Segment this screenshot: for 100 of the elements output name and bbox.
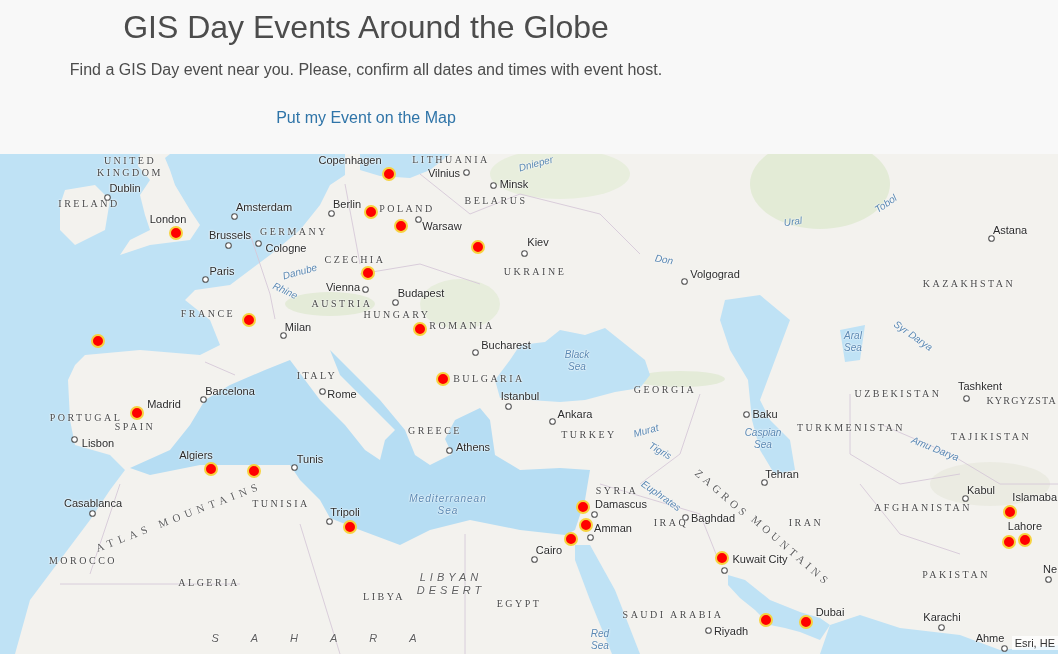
event-marker-icon[interactable] [799,615,813,629]
city-label: Amsterdam [235,200,293,214]
city-label: Kiev [527,235,549,249]
event-marker-icon[interactable] [471,240,485,254]
city-dot-icon [489,181,497,189]
country-label: MOROCCO [48,555,118,567]
city-dot-icon [471,348,479,356]
city-dot-icon [279,331,287,339]
country-label: KAZAKHSTAN [922,278,1016,290]
water-label: Rhine [270,280,300,302]
country-label: KYRGYZSTA [986,395,1057,407]
city-dot-icon [548,417,556,425]
event-marker-icon[interactable] [564,532,578,546]
country-label: TURKMENISTAN [796,422,906,434]
city-dot-icon [88,509,96,517]
event-marker-icon[interactable] [1018,533,1032,547]
country-label: ALGERIA [178,577,240,589]
water-label: Don [653,252,675,268]
city-label: Kabul [966,483,996,497]
city-dot-icon [530,555,538,563]
city-label: Tashkent [958,379,1002,393]
city-label: Tehran [765,467,799,481]
event-marker-icon[interactable] [247,464,261,478]
event-marker-icon[interactable] [413,322,427,336]
city-dot-icon [201,275,209,283]
city-label: Milan [284,320,312,334]
country-label: HUNGARY [363,309,431,321]
event-marker-icon[interactable] [579,518,593,532]
city-label: Vilnius [427,166,461,180]
event-marker-icon[interactable] [169,226,183,240]
city-label: Casablanca [63,496,123,510]
city-label: Athens [455,440,491,454]
city-label: Algiers [179,448,213,462]
city-dot-icon [462,168,470,176]
event-marker-icon[interactable] [1002,535,1016,549]
country-label: BELARUS [464,195,528,207]
city-dot-icon [224,241,232,249]
city-dot-icon [720,566,728,574]
event-marker-icon[interactable] [576,500,590,514]
city-label: Islamaba [1012,490,1057,504]
city-label: Baku [752,407,778,421]
event-marker-icon[interactable] [242,313,256,327]
country-label: POLAND [379,203,435,215]
event-link[interactable]: Put my Event on the Map [276,108,456,128]
country-label: UNITED KINGDOM [96,155,164,179]
country-label: UZBEKISTAN [854,388,942,400]
city-dot-icon [680,277,688,285]
city-dot-icon [590,510,598,518]
water-label: Ural [783,214,803,230]
water-label: Murat [632,421,660,441]
event-marker-icon[interactable] [364,205,378,219]
city-dot-icon [70,435,78,443]
city-label: London [149,212,187,226]
city-label: Amman [594,521,632,535]
city-dot-icon [520,249,528,257]
event-marker-icon[interactable] [1003,505,1017,519]
city-label: Paris [209,264,235,278]
country-label: AFGHANISTAN [874,502,972,514]
city-label: Cairo [535,543,563,557]
city-dot-icon [391,298,399,306]
event-marker-icon[interactable] [394,219,408,233]
city-dot-icon [327,209,335,217]
event-marker-icon[interactable] [91,334,105,348]
region-label: LIBYAN DESERT [415,571,487,597]
country-label: FRANCE [180,308,236,320]
city-dot-icon [1044,575,1052,583]
city-dot-icon [290,463,298,471]
event-marker-icon[interactable] [361,266,375,280]
city-label: Warsaw [422,219,462,233]
country-label: GERMANY [259,226,329,238]
city-dot-icon [445,446,453,454]
country-label: IRELAND [58,198,120,210]
country-label: SYRIA [595,485,639,497]
page-subtitle: Find a GIS Day event near you. Please, confirm all dates and times with event host. [69,60,663,80]
city-dot-icon [414,215,422,223]
city-label: Tunis [296,452,324,466]
city-label: Cologne [265,241,307,255]
city-label: Brussels [208,228,252,242]
event-marker-icon[interactable] [436,372,450,386]
city-dot-icon [681,513,689,521]
city-dot-icon [704,626,712,634]
city-dot-icon [760,478,768,486]
city-label: Vienna [325,280,361,294]
city-dot-icon [961,494,969,502]
event-marker-icon[interactable] [204,462,218,476]
event-marker-icon[interactable] [715,551,729,565]
city-dot-icon [325,517,333,525]
city-label: Lahore [1007,519,1043,533]
event-marker-icon[interactable] [759,613,773,627]
city-dot-icon [103,193,111,201]
country-label: GEORGIA [633,384,697,396]
city-dot-icon [586,533,594,541]
city-dot-icon [504,402,512,410]
event-marker-icon[interactable] [343,520,357,534]
event-marker-icon[interactable] [130,406,144,420]
event-marker-icon[interactable] [382,167,396,181]
country-label: SPAIN [114,421,156,433]
country-label: TAJIKISTAN [950,431,1032,443]
city-label: Dublin [109,181,141,195]
city-dot-icon [742,410,750,418]
